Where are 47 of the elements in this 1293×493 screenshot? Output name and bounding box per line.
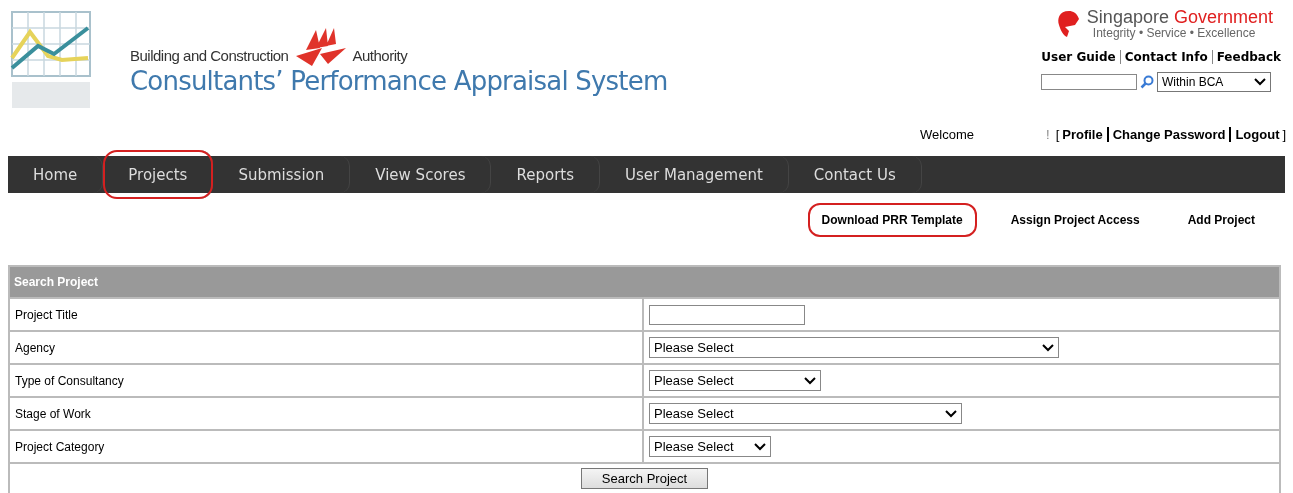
government-name: Singapore	[1086, 7, 1169, 27]
government-motto: Integrity • Service • Excellence	[1092, 26, 1257, 40]
select-dropdown[interactable]: Please Select	[649, 337, 1059, 358]
field-label: Agency	[10, 332, 644, 363]
chevron-down-icon	[804, 376, 816, 385]
exclamation-text: !	[1046, 126, 1050, 142]
agency-name: Authority	[352, 46, 408, 64]
nav-tab[interactable]: Reports	[491, 156, 600, 193]
field-label: Project Title	[10, 299, 644, 330]
select-dropdown[interactable]: Please Select	[649, 403, 962, 424]
bracket-text: [	[1055, 126, 1060, 142]
action-link[interactable]: Add Project	[1173, 203, 1269, 237]
welcome-text: Welcome	[920, 126, 975, 142]
project-title-field[interactable]	[649, 304, 805, 325]
bracket-text: ]	[1282, 126, 1287, 142]
chevron-down-icon	[1254, 78, 1266, 86]
action-link[interactable]: Download PRR Template	[807, 203, 977, 237]
field-label: Stage of Work	[10, 398, 644, 429]
field-label: Project Category	[10, 431, 644, 462]
search-scope-dropdown[interactable]: Within BCA	[1157, 72, 1271, 92]
line-chart-logo-icon	[10, 10, 94, 110]
account-link[interactable]: Logout	[1229, 126, 1280, 142]
site-search-field[interactable]	[1041, 74, 1137, 90]
chevron-down-icon	[945, 409, 957, 418]
select-dropdown[interactable]: Please Select	[649, 370, 821, 391]
search-icon[interactable]	[1140, 75, 1154, 89]
chevron-down-icon	[754, 442, 766, 451]
system-title: Consultants’ Performance Appraisal System	[130, 66, 668, 96]
form-title-bar: Search Project	[10, 267, 1279, 297]
nav-tab[interactable]: User Management	[600, 156, 789, 193]
nav-tab[interactable]: Contact Us	[788, 156, 922, 193]
chevron-down-icon	[1042, 343, 1054, 352]
nav-tab[interactable]: Projects	[103, 150, 214, 199]
field-label: Type of Consultancy	[10, 365, 644, 396]
government-name: Government	[1173, 7, 1273, 27]
account-link[interactable]: Change Password	[1106, 126, 1226, 142]
search-project-button[interactable]: Search Project	[580, 468, 709, 489]
header-link[interactable]: Feedback	[1211, 50, 1281, 64]
account-link[interactable]: Profile	[1062, 126, 1103, 142]
header-link[interactable]: Contact Info	[1119, 50, 1208, 64]
agency-name: Building and Construction	[130, 46, 289, 64]
nav-tab[interactable]: Home	[8, 156, 104, 193]
header-link[interactable]: User Guide	[1041, 50, 1116, 64]
nav-tab[interactable]: Submission	[213, 156, 351, 193]
nav-tab[interactable]: View Scores	[350, 156, 492, 193]
action-link[interactable]: Assign Project Access	[996, 203, 1154, 237]
select-dropdown[interactable]: Please Select	[649, 436, 771, 457]
